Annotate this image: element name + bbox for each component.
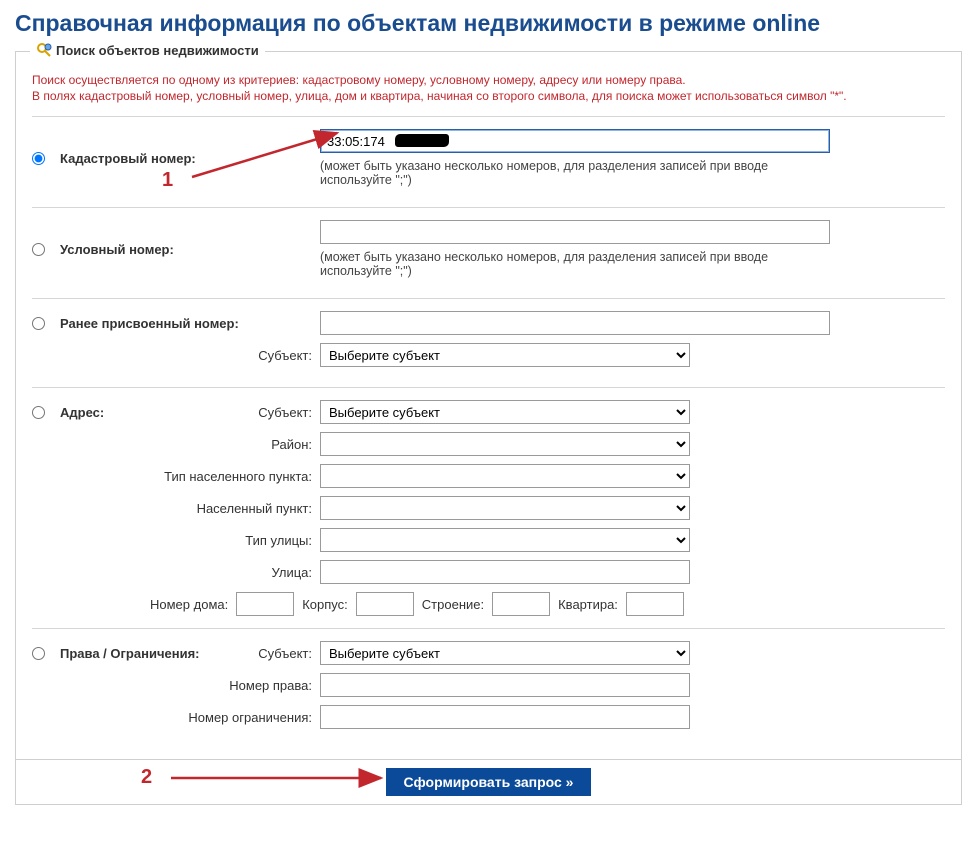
conditional-input[interactable] (320, 220, 830, 244)
address-numbers-row: Номер дома: Корпус: Строение: Квартира: (150, 592, 945, 616)
cadastral-label: Кадастровый номер: (60, 151, 320, 166)
annotation-2: 2 (141, 766, 152, 789)
addr-district-select[interactable] (320, 432, 690, 456)
conditional-label: Условный номер: (60, 242, 320, 257)
radio-cadastral[interactable] (32, 152, 45, 165)
addr-subject-select[interactable]: Выберите субъект (320, 400, 690, 424)
prev-assigned-label: Ранее присвоенный номер: (60, 316, 320, 331)
panel-legend-text: Поиск объектов недвижимости (56, 43, 259, 58)
addr-flat-label: Квартира: (558, 597, 618, 612)
footer-bar: Сформировать запрос » 2 (15, 760, 962, 805)
restriction-number-input[interactable] (320, 705, 690, 729)
addr-korpus-input[interactable] (356, 592, 414, 616)
warning-text: Поиск осуществляется по одному из критер… (32, 72, 945, 104)
addr-house-input[interactable] (236, 592, 294, 616)
prev-subject-select[interactable]: Выберите субъект (320, 343, 690, 367)
radio-address[interactable] (32, 406, 45, 419)
right-number-label: Номер права: (32, 678, 320, 693)
rights-subject-label: Субъект: (230, 646, 320, 661)
addr-street-type-label: Тип улицы: (32, 533, 320, 548)
submit-button[interactable]: Сформировать запрос » (386, 768, 592, 796)
prev-assigned-input[interactable] (320, 311, 830, 335)
addr-flat-input[interactable] (626, 592, 684, 616)
group-conditional: Условный номер: (может быть указано неск… (32, 207, 945, 298)
addr-street-input[interactable] (320, 560, 690, 584)
arrow-2-icon (166, 768, 391, 788)
address-label: Адрес: (60, 405, 160, 420)
warn-line-2: В полях кадастровый номер, условный номе… (32, 88, 945, 104)
addr-street-type-select[interactable] (320, 528, 690, 552)
group-rights: Права / Ограничения: Субъект: Выберите с… (32, 628, 945, 749)
restriction-number-label: Номер ограничения: (32, 710, 320, 725)
addr-street-label: Улица: (32, 565, 320, 580)
group-prev-assigned: Ранее присвоенный номер: Субъект: Выбери… (32, 298, 945, 387)
radio-prev-assigned[interactable] (32, 317, 45, 330)
group-cadastral: Кадастровый номер: (может быть указано н… (32, 116, 945, 207)
panel-legend: Поиск объектов недвижимости (30, 42, 265, 58)
addr-building-input[interactable] (492, 592, 550, 616)
addr-building-label: Строение: (422, 597, 484, 612)
warn-line-1: Поиск осуществляется по одному из критер… (32, 72, 945, 88)
prev-subject-label: Субъект: (32, 348, 320, 363)
search-panel: Поиск объектов недвижимости Поиск осущес… (15, 51, 962, 760)
addr-district-label: Район: (32, 437, 320, 452)
addr-settlement-type-select[interactable] (320, 464, 690, 488)
addr-settlement-select[interactable] (320, 496, 690, 520)
addr-subject-label: Субъект: (160, 405, 320, 420)
radio-rights[interactable] (32, 647, 45, 660)
rights-subject-select[interactable]: Выберите субъект (320, 641, 690, 665)
search-objects-icon (36, 42, 52, 58)
addr-house-label: Номер дома: (150, 597, 228, 612)
redacted-overlay (395, 134, 449, 147)
radio-conditional[interactable] (32, 243, 45, 256)
group-address: Адрес: Субъект: Выберите субъект Район: … (32, 387, 945, 628)
addr-settlement-type-label: Тип населенного пункта: (32, 469, 320, 484)
conditional-hint: (может быть указано несколько номеров, д… (320, 250, 830, 278)
cadastral-hint: (может быть указано несколько номеров, д… (320, 159, 830, 187)
addr-korpus-label: Корпус: (302, 597, 348, 612)
addr-settlement-label: Населенный пункт: (32, 501, 320, 516)
rights-label: Права / Ограничения: (60, 646, 230, 661)
right-number-input[interactable] (320, 673, 690, 697)
